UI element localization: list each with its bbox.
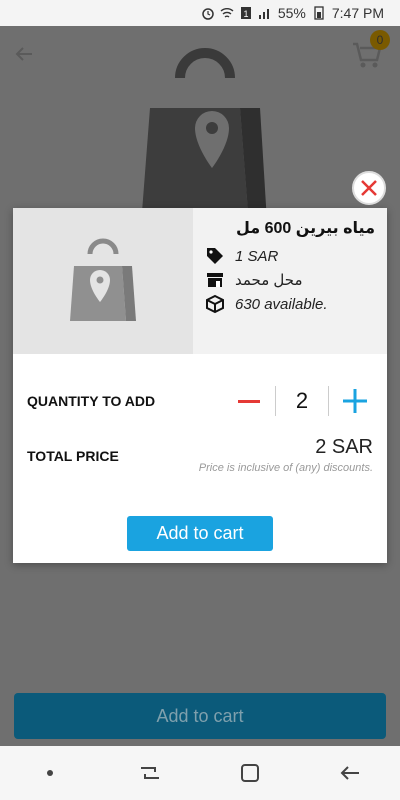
- availability-row: 630 available.: [205, 292, 375, 316]
- add-to-cart-button[interactable]: Add to cart: [127, 516, 273, 551]
- home-button[interactable]: [230, 753, 270, 793]
- back-arrow-icon[interactable]: [10, 40, 38, 68]
- close-icon: [361, 180, 377, 196]
- store-icon: [207, 273, 223, 287]
- unit-price: 1 SAR: [235, 247, 279, 265]
- store-name: محل محمد: [235, 272, 303, 289]
- svg-text:1: 1: [243, 9, 248, 19]
- total-row: TOTAL PRICE 2 SAR Price is inclusive of …: [27, 434, 373, 478]
- nav-dot: [30, 753, 70, 793]
- signal-icon: [258, 9, 269, 19]
- close-dialog-button[interactable]: [352, 171, 386, 205]
- quantity-row: QUANTITY TO ADD 2: [27, 383, 373, 419]
- recents-icon: [141, 767, 159, 779]
- cart-count-badge: 0: [370, 30, 390, 50]
- home-icon: [241, 764, 259, 782]
- dot-icon: [47, 770, 53, 776]
- sim-icon: 1: [240, 7, 251, 19]
- system-nav-bar: [0, 746, 400, 800]
- quantity-value[interactable]: 2: [284, 388, 320, 414]
- store-row: محل محمد: [205, 268, 375, 292]
- battery-percent: 55%: [277, 5, 306, 21]
- shopping-bag-icon: [70, 238, 136, 321]
- back-icon: [340, 766, 359, 780]
- clock: 7:47 PM: [331, 5, 384, 21]
- add-to-cart-dialog: مياه بيرين 600 مل 1 SAR محل محمد 630 ava…: [13, 208, 387, 563]
- minus-icon: [238, 400, 260, 403]
- price-row: 1 SAR: [205, 244, 375, 268]
- battery-icon: [314, 6, 324, 20]
- box-icon: [206, 294, 224, 314]
- decrease-quantity-button[interactable]: [231, 383, 267, 419]
- quantity-stepper: 2: [231, 383, 373, 419]
- product-summary: مياه بيرين 600 مل 1 SAR محل محمد 630 ava…: [13, 208, 387, 354]
- product-info: مياه بيرين 600 مل 1 SAR محل محمد 630 ava…: [205, 218, 375, 316]
- recent-apps-button[interactable]: [130, 753, 170, 793]
- plus-icon: [343, 389, 367, 413]
- wifi-icon: [220, 8, 234, 18]
- quantity-label: QUANTITY TO ADD: [27, 393, 156, 409]
- status-bar: 1 55% 7:47 PM: [0, 0, 400, 26]
- total-label: TOTAL PRICE: [27, 448, 119, 464]
- bottom-add-to-cart-button[interactable]: Add to cart: [14, 693, 386, 739]
- price-note: Price is inclusive of (any) discounts.: [198, 462, 373, 474]
- increase-quantity-button[interactable]: [337, 383, 373, 419]
- back-button[interactable]: [330, 753, 370, 793]
- alarm-icon: [202, 8, 214, 20]
- product-image: [13, 208, 193, 354]
- status-icons: 1: [201, 6, 272, 20]
- price-tag-icon: [207, 248, 223, 264]
- availability: 630 available.: [235, 295, 328, 313]
- total-price: 2 SAR: [315, 436, 373, 458]
- stepper-divider: [275, 386, 276, 416]
- stepper-divider: [328, 386, 329, 416]
- product-name: مياه بيرين 600 مل: [235, 220, 375, 237]
